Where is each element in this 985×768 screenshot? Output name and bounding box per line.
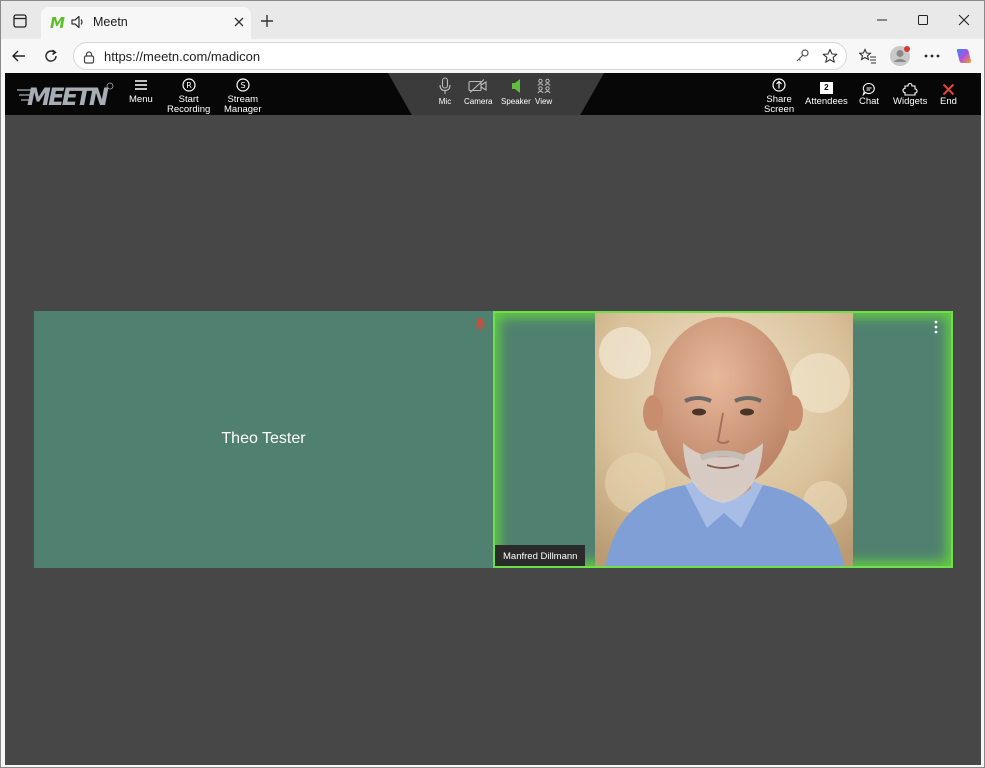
start-recording-label: Start Recording [167,94,211,115]
stream-manager-button[interactable]: S Stream Manager [224,77,262,115]
microphone-icon [437,77,453,95]
svg-text:MEETN: MEETN [27,83,109,109]
widgets-label: Widgets [893,96,928,107]
browser-toolbar: https://meetn.com/madicon [1,39,984,72]
center-controls-panel [388,73,604,115]
speaker-audio-icon[interactable] [70,14,86,30]
view-grid-people-icon [536,77,552,95]
chat-label: Chat [859,96,880,107]
meetn-logo: MEETN [17,81,115,113]
key-icon[interactable] [794,48,810,64]
attendees-label: Attendees [805,96,848,107]
chat-button[interactable]: Chat [859,82,879,107]
meeting-app: MEETN Menu R Start Recording S Stream Ma… [5,73,981,765]
browser-tab[interactable]: M Meetn [41,7,251,39]
participant-video [595,313,853,566]
tab-strip: M Meetn [1,1,984,39]
attendees-count-badge: 2 [819,82,833,94]
svg-text:R: R [186,81,192,90]
url-text[interactable]: https://meetn.com/madicon [104,49,260,64]
end-meeting-button[interactable]: End [940,82,957,107]
svg-text:M: M [50,14,65,30]
puzzle-widgets-icon [902,82,918,96]
hamburger-menu-icon [133,77,149,93]
more-options-icon[interactable] [920,44,944,68]
camera-off-icon [468,77,488,95]
mic-label: Mic [438,97,452,106]
share-screen-button[interactable]: Share Screen [764,77,794,115]
participant-nameplate: Manfred Dillmann [495,545,586,566]
stream-icon: S [235,77,251,93]
view-label: View [535,97,553,106]
speaker-label: Speaker [501,97,531,106]
close-window-icon[interactable] [953,9,975,31]
participant-name: Theo Tester [221,430,306,447]
address-bar[interactable]: https://meetn.com/madicon [73,42,847,70]
end-label: End [940,96,957,107]
lock-icon[interactable] [82,49,96,64]
participant-tile[interactable]: Theo Tester [34,311,493,568]
favorite-star-icon[interactable] [822,48,838,64]
attendees-count: 2 [824,83,829,92]
muted-microphone-icon [474,317,486,332]
tab-actions-icon[interactable] [9,10,31,32]
profile-avatar-icon[interactable] [888,44,912,68]
svg-text:S: S [240,81,245,90]
refresh-icon[interactable] [39,44,63,68]
share-screen-label: Share Screen [764,94,795,115]
maximize-icon[interactable] [912,9,934,31]
active-speaker-tile[interactable]: Manfred Dillmann [493,311,953,568]
share-screen-icon [771,77,787,93]
copilot-icon[interactable] [952,44,976,68]
mic-button[interactable]: Mic [437,77,453,107]
record-icon: R [181,77,197,93]
favorites-icon[interactable] [856,44,880,68]
stream-manager-label: Stream Manager [224,94,262,115]
meetn-favicon-icon: M [49,14,65,32]
minimize-icon[interactable] [871,9,893,31]
menu-label: Menu [129,94,153,105]
end-x-icon [940,82,956,96]
start-recording-button[interactable]: R Start Recording [167,77,210,115]
camera-button[interactable]: Camera [464,77,492,107]
tab-title: Meetn [93,15,128,29]
browser-window: M Meetn https://meetn.com/madicon MEETN … [0,0,985,768]
speaker-icon [508,77,524,95]
back-arrow-icon[interactable] [7,44,31,68]
close-tab-icon[interactable] [232,15,246,29]
tile-options-icon[interactable] [933,319,939,334]
meeting-toolbar: MEETN Menu R Start Recording S Stream Ma… [5,73,981,115]
view-button[interactable]: View [535,77,552,107]
speaker-button[interactable]: Speaker [501,77,531,107]
new-tab-icon[interactable] [257,11,277,31]
camera-label: Camera [464,97,493,106]
attendees-button[interactable]: 2 Attendees [805,82,848,107]
menu-button[interactable]: Menu [129,77,153,105]
widgets-button[interactable]: Widgets [893,82,927,107]
chat-bubble-icon [861,82,877,96]
